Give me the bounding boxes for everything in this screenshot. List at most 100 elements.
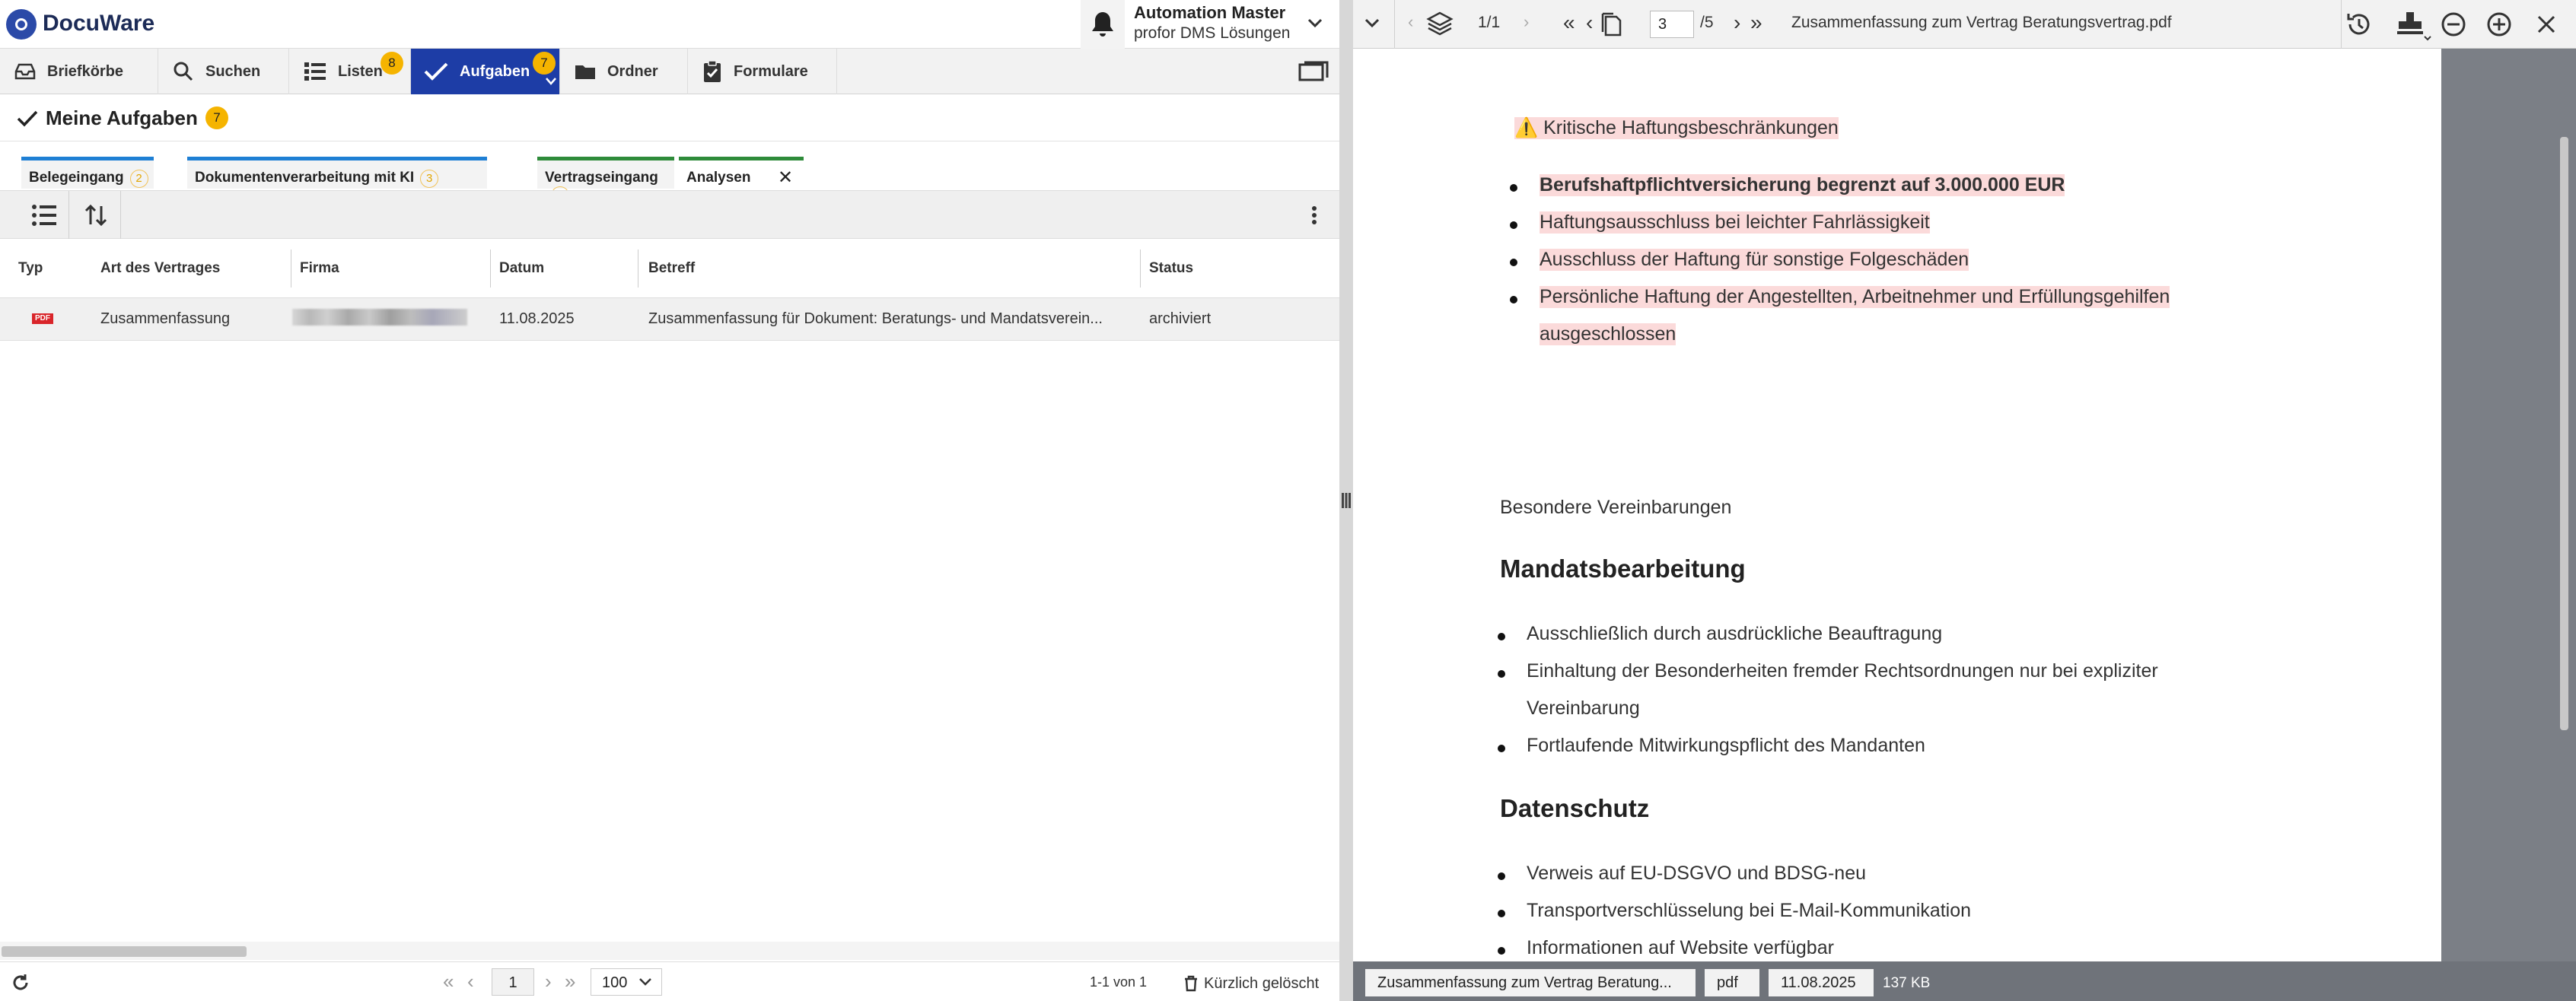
pane-splitter[interactable] [1339, 0, 1353, 1001]
viewer-vertical-scrollbar[interactable] [2554, 49, 2576, 961]
close-icon[interactable] [2536, 14, 2557, 35]
column-header-firma[interactable]: Firma [300, 260, 339, 277]
inbox-icon [14, 63, 36, 80]
nav-label: Aufgaben [460, 62, 530, 80]
page-size-select[interactable]: 100 [591, 968, 662, 996]
nav-formulare[interactable]: Formulare [688, 49, 837, 94]
last-page-icon[interactable]: » [1750, 11, 1762, 35]
app-logo-text: DocuWare [43, 11, 155, 36]
bullet [1498, 633, 1505, 640]
previous-layer-icon[interactable]: ‹ [1408, 12, 1413, 32]
chevron-down-icon[interactable] [545, 76, 557, 87]
zoom-in-icon[interactable] [2485, 11, 2513, 38]
list-toolbar [0, 190, 1339, 240]
mandat-item: Fortlaufende Mitwirkungspflicht des Mand… [1527, 735, 1925, 756]
pdf-file-icon: PDF [32, 313, 53, 324]
scrollbar-thumb[interactable] [2, 946, 247, 957]
recently-deleted-button[interactable]: Kürzlich gelöscht [1183, 970, 1319, 997]
toolbar-divider [2341, 0, 2342, 49]
cell-art: Zusammenfassung [100, 310, 231, 327]
tab-vertragseingang[interactable]: Vertragseingang2 [537, 157, 674, 205]
sort-icon[interactable] [84, 203, 108, 227]
column-header-betreff[interactable]: Betreff [648, 260, 695, 277]
more-options-icon[interactable] [1310, 205, 1318, 226]
toolbar-divider [1394, 0, 1395, 49]
trash-icon [1185, 975, 1197, 992]
previous-page-icon[interactable]: ‹ [1586, 11, 1593, 35]
bullet [1498, 872, 1505, 880]
clipboard-icon [704, 60, 721, 82]
toolbar-divider [120, 191, 121, 240]
recently-deleted-label: Kürzlich gelöscht [1204, 974, 1320, 992]
list-footer: « ‹ 1 › » 100 1-1 von 1 Kürzlich gelösch… [0, 961, 1339, 1001]
mandat-item-continued: Vereinbarung [1527, 698, 1640, 719]
chevron-down-icon [639, 978, 651, 986]
nav-aufgaben[interactable]: Aufgaben 7 [411, 49, 560, 94]
document-page: ⚠️ Kritische Haftungsbeschränkungen Beru… [1353, 49, 2441, 961]
layer-counter: 1/1 [1478, 14, 1501, 31]
first-page-icon[interactable]: « [443, 970, 454, 993]
column-header-datum[interactable]: Datum [499, 260, 544, 277]
chevron-down-icon[interactable] [1364, 15, 1380, 30]
warning-item: Persönliche Haftung der Angestellten, Ar… [1540, 286, 2170, 308]
page-size-value: 100 [602, 974, 628, 991]
column-header-status[interactable]: Status [1149, 260, 1193, 277]
nav-suchen[interactable]: Suchen [158, 49, 289, 94]
table-row[interactable]: PDF Zusammenfassung 11.08.2025 Zusammenf… [0, 298, 1339, 341]
list-view-icon[interactable] [30, 203, 58, 227]
next-layer-icon[interactable]: › [1524, 12, 1529, 32]
horizontal-scrollbar[interactable] [0, 942, 1339, 960]
column-resize-handle[interactable] [1140, 249, 1141, 288]
scrollbar-thumb[interactable] [2560, 137, 2568, 730]
nav-label: Briefkörbe [47, 62, 124, 80]
section-label: Besondere Vereinbarungen [1500, 497, 1732, 518]
drag-handle-icon[interactable] [1341, 491, 1352, 510]
nav-listen[interactable]: Listen 8 [289, 49, 411, 94]
status-filename: Zusammenfassung zum Vertrag Beratung... [1365, 969, 1696, 996]
user-menu-chevron-icon[interactable] [1306, 14, 1324, 37]
user-org[interactable]: profor DMS Lösungen [1134, 24, 1290, 43]
page-icon[interactable] [1601, 12, 1624, 37]
cell-datum: 11.08.2025 [499, 310, 575, 327]
notifications-bell-icon[interactable] [1081, 0, 1125, 49]
close-icon[interactable]: ✕ [778, 167, 793, 189]
history-icon[interactable] [2344, 9, 2374, 40]
layers-icon[interactable] [1426, 11, 1454, 37]
user-name[interactable]: Automation Master [1134, 3, 1285, 23]
list-icon [304, 62, 326, 81]
stamp-icon[interactable] [2393, 9, 2432, 43]
next-page-icon[interactable]: › [545, 970, 552, 993]
zoom-out-icon[interactable] [2440, 11, 2467, 38]
page-header: Meine Aufgaben 7 [0, 94, 1339, 141]
tab-belegeingang[interactable]: Belegeingang 2 [21, 157, 154, 189]
heading-datenschutz: Datenschutz [1500, 794, 1650, 822]
column-header-art[interactable]: Art des Vertrages [100, 260, 220, 277]
previous-page-icon[interactable]: ‹ [467, 970, 474, 993]
main-nav: Briefkörbe Suchen Listen 8 Aufgaben 7 Or… [0, 49, 1339, 94]
bullet [1510, 259, 1517, 266]
refresh-icon[interactable] [11, 973, 30, 993]
viewer-status-bar: Zusammenfassung zum Vertrag Beratung... … [1353, 961, 2576, 1001]
column-header-typ[interactable]: Typ [18, 260, 43, 277]
last-page-icon[interactable]: » [565, 970, 575, 993]
column-resize-handle[interactable] [490, 249, 491, 288]
nav-label: Ordner [607, 62, 658, 80]
bullet [1510, 184, 1517, 192]
warning-heading: ⚠️ Kritische Haftungsbeschränkungen [1514, 117, 1839, 139]
nav-briefkoerbe[interactable]: Briefkörbe [0, 49, 158, 94]
first-page-icon[interactable]: « [1563, 11, 1575, 35]
bullet [1510, 221, 1517, 229]
tab-dokumentenverarbeitung[interactable]: Dokumentenverarbeitung mit KI 3 [187, 157, 487, 189]
tab-label: Dokumentenverarbeitung mit KI [195, 170, 415, 186]
nav-ordner[interactable]: Ordner [560, 49, 688, 94]
page-number-input[interactable]: 1 [492, 968, 534, 996]
next-page-icon[interactable]: › [1734, 11, 1740, 35]
tab-count: 2 [129, 170, 148, 188]
page-number-input[interactable]: 3 [1650, 11, 1694, 38]
task-tabs: Belegeingang 2 Dokumentenverarbeitung mit… [0, 141, 1339, 205]
warning-item: Berufshaftpflichtversicherung begrenzt a… [1540, 174, 2065, 196]
tab-analysen[interactable]: Analysen ✕ [679, 157, 804, 189]
result-range: 1-1 von 1 [1090, 974, 1148, 990]
window-toggle-icon[interactable] [1298, 61, 1329, 84]
cell-firma-redacted [292, 309, 467, 326]
